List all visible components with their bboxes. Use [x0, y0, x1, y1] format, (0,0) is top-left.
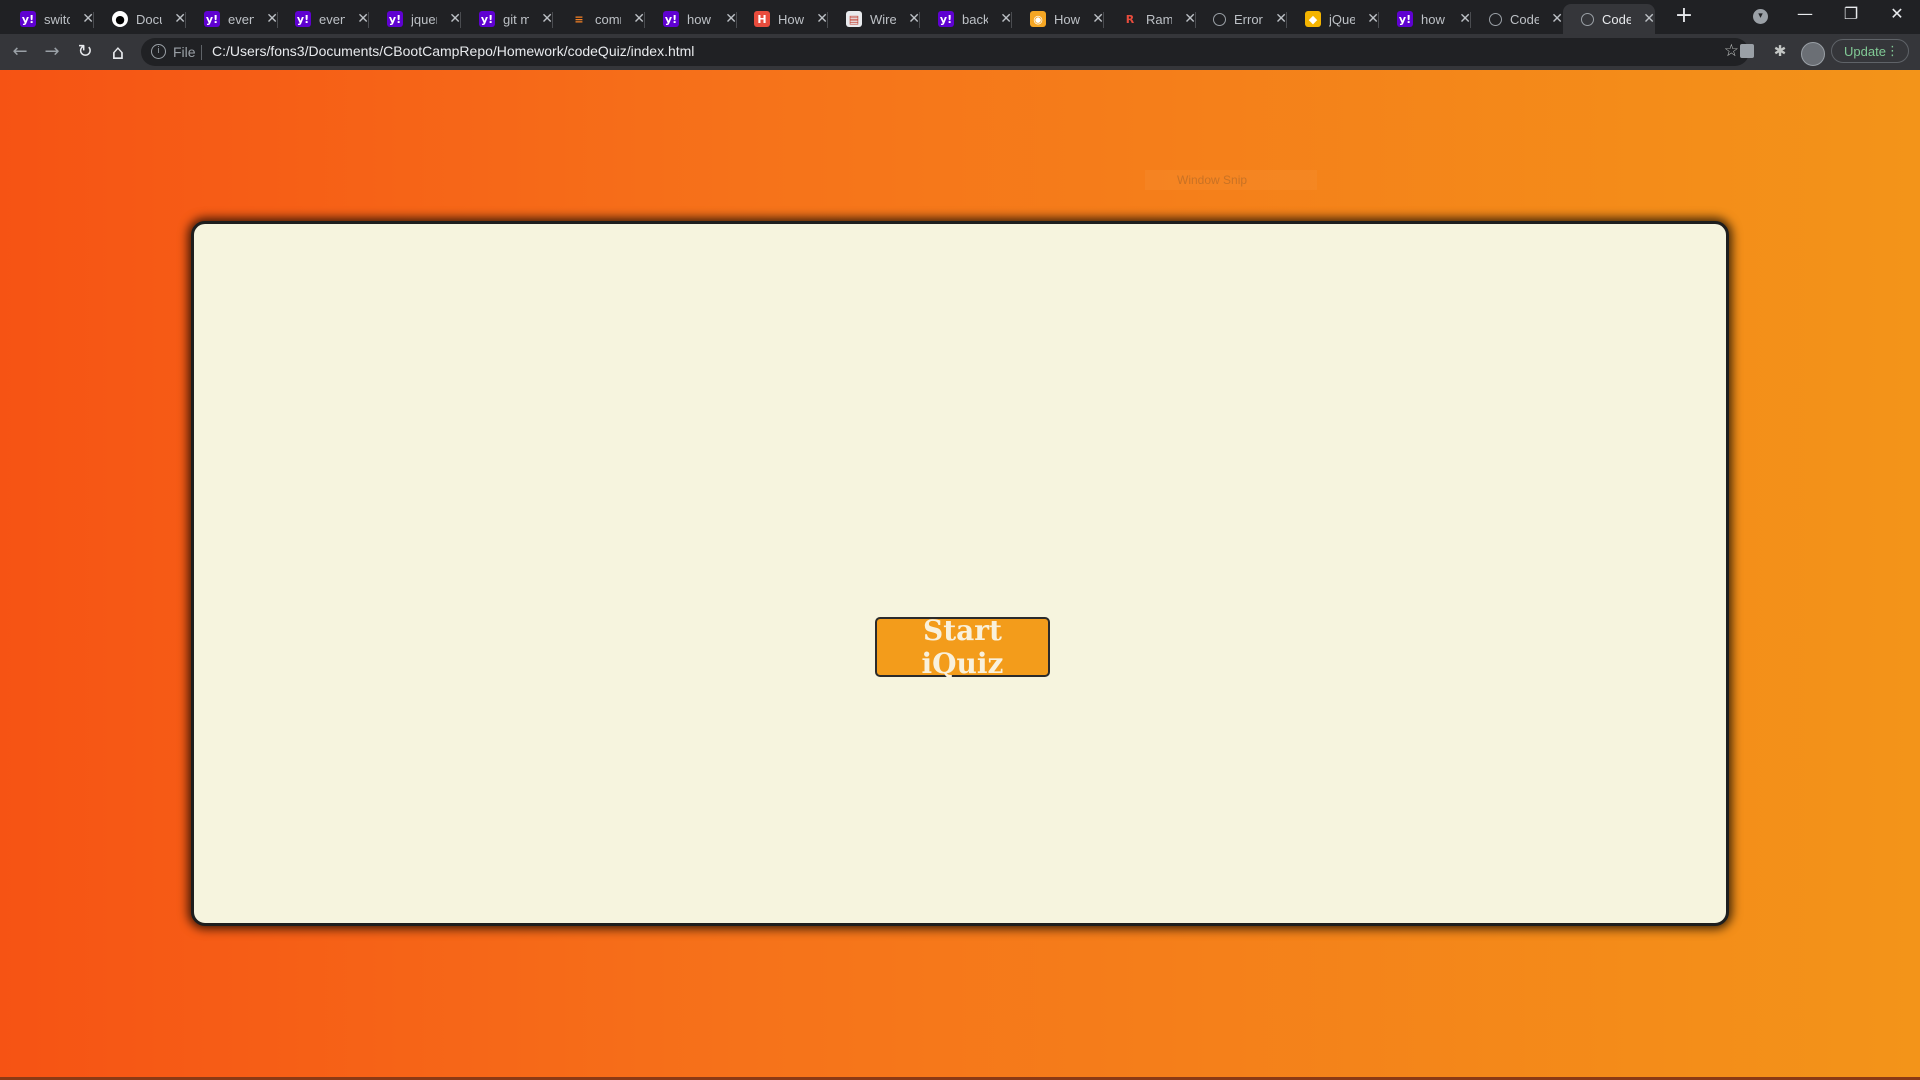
tab-title: jquer [411, 11, 438, 27]
tab-title: git m [503, 11, 530, 27]
yahoo-icon: y! [479, 11, 495, 27]
tab[interactable]: ▤ Wire ✕ [828, 4, 920, 34]
tab-title: Error [1234, 11, 1263, 27]
tab-title: back [962, 11, 989, 27]
tab[interactable]: y! even ✕ [186, 4, 278, 34]
yahoo-icon: y! [938, 11, 954, 27]
yahoo-icon: y! [204, 11, 220, 27]
tab[interactable]: y! back ✕ [920, 4, 1012, 34]
url-scheme: File [173, 44, 196, 60]
window-close-button[interactable]: ✕ [1874, 0, 1920, 30]
extensions-puzzle-icon[interactable]: ✱ [1771, 42, 1789, 60]
tab[interactable]: Code ✕ [1563, 4, 1655, 34]
page-viewport: Window Snip Start iQuiz [0, 70, 1920, 1078]
window-minimize-button[interactable]: — [1782, 0, 1828, 30]
omnibox-divider [201, 45, 202, 60]
tab[interactable]: Error ✕ [1195, 4, 1287, 34]
tab[interactable]: R Ram ✕ [1104, 4, 1196, 34]
tab-search-icon[interactable]: ▾ [1753, 9, 1768, 24]
address-bar[interactable]: i File C:/Users/fons3/Documents/CBootCam… [141, 38, 1749, 66]
tab-strip: y!switc✕●Docu✕y!even✕y!even✕y!jquer✕y!gi… [0, 0, 1920, 34]
tab-title: How [778, 11, 805, 27]
tab-title: jQue [1329, 11, 1356, 27]
globe-icon [1489, 12, 1502, 26]
tab[interactable]: y! even ✕ [277, 4, 369, 34]
start-quiz-button[interactable]: Start iQuiz [875, 614, 1050, 680]
tab[interactable]: H How ✕ [736, 4, 828, 34]
browser-toolbar: ← → ↻ ⌂ i File C:/Users/fons3/Documents/… [0, 34, 1920, 70]
tab-close-icon[interactable]: ✕ [1551, 11, 1563, 27]
tab-title: comr [595, 11, 622, 27]
tab[interactable]: y! switc ✕ [2, 4, 94, 34]
site-info-icon[interactable]: i [151, 44, 166, 59]
tab[interactable]: y! how ✕ [1379, 4, 1471, 34]
tab[interactable]: y! how ✕ [645, 4, 737, 34]
home-icon[interactable]: ⌂ [106, 40, 130, 64]
forward-icon[interactable]: → [40, 40, 64, 64]
yahoo-icon: y! [20, 11, 36, 27]
reload-icon[interactable]: ↻ [73, 40, 97, 64]
tab-title: how [1421, 11, 1445, 27]
tab-title: how [687, 11, 711, 27]
quiz-card: Start iQuiz [191, 221, 1729, 926]
yahoo-icon: y! [387, 11, 403, 27]
yahoo-icon: y! [295, 11, 311, 27]
extension-icon[interactable] [1740, 44, 1754, 58]
globe-icon [1213, 12, 1226, 26]
tab-title: even [228, 11, 255, 27]
menu-icon[interactable]: ⋮ [1886, 40, 1899, 64]
window-restore-button[interactable]: ❐ [1828, 0, 1874, 30]
tab-title: Code [1510, 11, 1540, 27]
tab[interactable]: ≡ comr ✕ [553, 4, 645, 34]
update-label: Update [1844, 44, 1886, 59]
profile-avatar[interactable] [1801, 42, 1825, 66]
orange-search-icon: ◉ [1030, 11, 1046, 27]
bookmark-star-icon[interactable]: ☆ [1724, 41, 1739, 61]
tab-close-icon[interactable]: ✕ [1643, 11, 1655, 27]
tab-title: Code [1602, 11, 1632, 27]
new-tab-button[interactable]: + [1673, 5, 1695, 28]
tab[interactable]: ◆ jQue ✕ [1287, 4, 1379, 34]
tab-title: even [319, 11, 346, 27]
jquery-icon: ◆ [1305, 11, 1321, 27]
tab-title: How [1054, 11, 1081, 27]
ramp-icon: R [1125, 12, 1135, 26]
red-page-icon: H [754, 11, 770, 27]
back-icon[interactable]: ← [8, 40, 32, 64]
tab[interactable]: Code ✕ [1471, 4, 1563, 34]
tab-title: Wire [870, 11, 897, 27]
yahoo-icon: y! [663, 11, 679, 27]
url-text[interactable]: C:/Users/fons3/Documents/CBootCampRepo/H… [212, 43, 694, 59]
tab[interactable]: y! jquer ✕ [369, 4, 461, 34]
tab-title: switc [44, 11, 71, 27]
tab[interactable]: ●Docu✕ [94, 4, 186, 34]
tab[interactable]: ◉ How ✕ [1012, 4, 1104, 34]
tab[interactable]: y! git m ✕ [461, 4, 553, 34]
update-button[interactable]: Update ⋮ [1831, 39, 1909, 63]
wireframe-icon: ▤ [846, 11, 862, 27]
tab-title: Docu [136, 11, 162, 27]
globe-icon [1581, 12, 1594, 26]
github-icon: ● [112, 11, 128, 27]
stackoverflow-icon: ≡ [574, 12, 584, 26]
tab-title: Ram [1146, 11, 1173, 27]
yahoo-icon: y! [1397, 11, 1413, 27]
window-snip-overlay: Window Snip [1145, 170, 1317, 190]
